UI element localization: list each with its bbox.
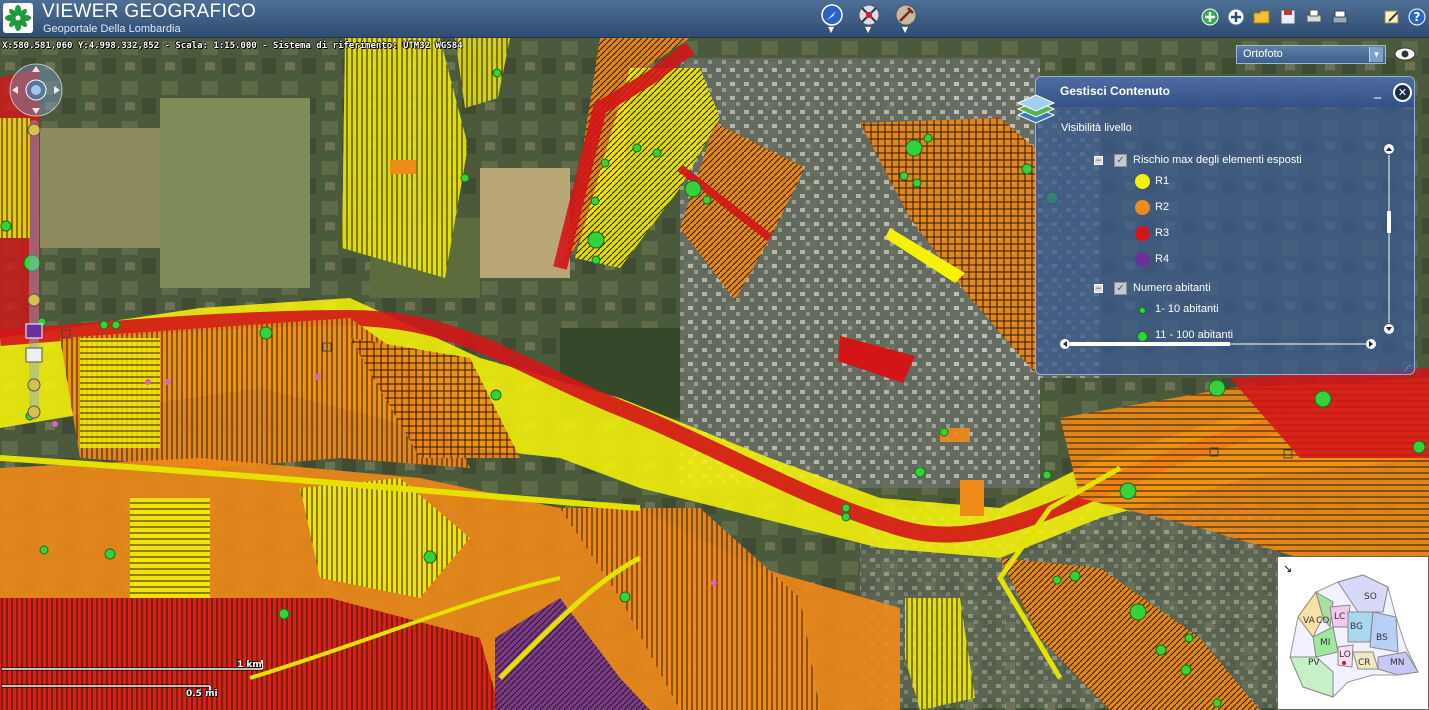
legend-label: 1- 10 abitanti <box>1155 303 1219 315</box>
overview-label-bg: BG <box>1350 622 1363 632</box>
manage-content-panel: Gestisci Contenuto _ ✕ Visibilità livell… <box>1016 76 1415 375</box>
overview-label-mn: MN <box>1390 658 1405 668</box>
pan-control[interactable] <box>8 62 64 118</box>
overview-label-pv: PV <box>1308 658 1320 668</box>
legend-item: R3 <box>1036 224 1376 244</box>
legend-swatch-icon <box>1139 307 1146 314</box>
legend-item: R1 <box>1036 172 1376 192</box>
legend-item: R4 <box>1036 250 1376 270</box>
compass-tool-icon <box>821 4 843 26</box>
overview-label-so: SO <box>1364 592 1377 602</box>
save-icon[interactable] <box>1279 8 1297 26</box>
visibility-label: Visibilità livello <box>1061 122 1132 134</box>
close-icon[interactable]: ✕ <box>1393 83 1412 102</box>
legend-label: R3 <box>1155 227 1170 239</box>
overview-map[interactable]: ↘ SO VA CO LC BG BS MI LO CR MN PV <box>1277 556 1429 710</box>
header-bar: VIEWER GEOGRAFICO Geoportale Della Lomba… <box>0 0 1429 38</box>
horizontal-scrollbar[interactable] <box>1058 337 1378 351</box>
measure-tool-icon <box>858 4 880 26</box>
panel-header[interactable]: Gestisci Contenuto _ ✕ <box>1036 77 1414 107</box>
layer-checkbox[interactable]: ✓ <box>1114 154 1127 167</box>
legend-swatch-icon <box>1135 174 1150 189</box>
layer-tree: − ✓ Rischio max degli elementi esposti R… <box>1036 145 1376 341</box>
svg-text:?: ? <box>1414 10 1421 24</box>
overview-label-mi: MI <box>1320 638 1330 648</box>
basemap-select[interactable]: Ortofoto ▼ <box>1236 45 1386 64</box>
navigation-tool-button[interactable]: ▼ <box>820 3 844 34</box>
legend-label: R1 <box>1155 175 1170 187</box>
app-subtitle: Geoportale Della Lombardia <box>43 23 181 35</box>
eye-icon[interactable] <box>1394 46 1416 62</box>
legend-item: R2 <box>1036 198 1376 218</box>
lombardia-logo-icon <box>3 3 33 33</box>
zoom-bar-icon <box>25 120 43 420</box>
collapse-toggle[interactable]: − <box>1094 156 1103 165</box>
legend-item: 1- 10 abitanti <box>1036 300 1376 320</box>
overview-label-lo: LO <box>1339 650 1351 660</box>
legend-label: R4 <box>1155 253 1170 265</box>
add-content-icon[interactable] <box>1227 8 1245 26</box>
layer-group-label: Rischio max degli elementi esposti <box>1133 154 1302 166</box>
add-layer-icon[interactable] <box>1201 8 1219 26</box>
overview-label-cr: CR <box>1358 658 1371 668</box>
draw-tool-button[interactable]: ▼ <box>894 3 918 34</box>
chevron-down-icon: ▼ <box>902 25 909 34</box>
overview-label-bs: BS <box>1376 633 1388 643</box>
coordinates-readout: X:580.581,060 Y:4.998.332,852 - Scala: 1… <box>2 41 463 51</box>
layer-group-label: Numero abitanti <box>1133 282 1211 294</box>
layer-group-risk: − ✓ Rischio max degli elementi esposti <box>1036 151 1376 171</box>
layer-group-inhabitants: − ✓ Numero abitanti <box>1036 279 1376 299</box>
basemap-selected-label: Ortofoto <box>1243 48 1283 60</box>
collapse-arrow-icon[interactable]: ↘ <box>1283 562 1292 575</box>
layers-icon <box>1016 94 1056 124</box>
measure-tool-button[interactable]: ▼ <box>857 3 881 34</box>
chevron-down-icon: ▼ <box>828 25 835 34</box>
overview-label-lc: LC <box>1334 612 1345 622</box>
zoom-slider[interactable] <box>24 120 44 430</box>
overview-label-va: VA <box>1303 616 1316 626</box>
layer-checkbox[interactable]: ✓ <box>1114 282 1127 295</box>
edit-icon[interactable] <box>1383 8 1401 26</box>
print-icon[interactable] <box>1305 8 1323 26</box>
geoviewer-app: VIEWER GEOGRAFICO Geoportale Della Lomba… <box>0 0 1429 710</box>
vertical-scrollbar[interactable] <box>1382 143 1396 335</box>
help-icon[interactable]: ? <box>1408 8 1426 26</box>
minimize-icon[interactable]: _ <box>1374 84 1385 98</box>
legend-swatch-icon <box>1135 226 1150 241</box>
share-icon[interactable] <box>1331 8 1349 26</box>
resize-handle-icon[interactable]: ⋰ <box>1404 364 1412 372</box>
pan-compass-icon <box>9 63 63 117</box>
overview-label-co: CO <box>1316 616 1329 626</box>
panel-title: Gestisci Contenuto <box>1060 84 1171 98</box>
app-title: VIEWER GEOGRAFICO <box>42 1 257 22</box>
chevron-down-icon: ▼ <box>1369 47 1383 62</box>
scale-km-label: 1 km <box>237 660 262 670</box>
collapse-toggle[interactable]: − <box>1094 284 1103 293</box>
draw-tool-icon <box>895 4 917 26</box>
legend-label: R2 <box>1155 201 1170 213</box>
scale-mi-label: 0.5 mi <box>186 689 218 699</box>
chevron-down-icon: ▼ <box>865 25 872 34</box>
lombardy-provinces-map: SO VA CO LC BG BS MI LO CR MN PV <box>1289 574 1419 698</box>
legend-swatch-icon <box>1135 200 1150 215</box>
legend-swatch-icon <box>1135 252 1150 267</box>
open-folder-icon[interactable] <box>1253 8 1271 26</box>
